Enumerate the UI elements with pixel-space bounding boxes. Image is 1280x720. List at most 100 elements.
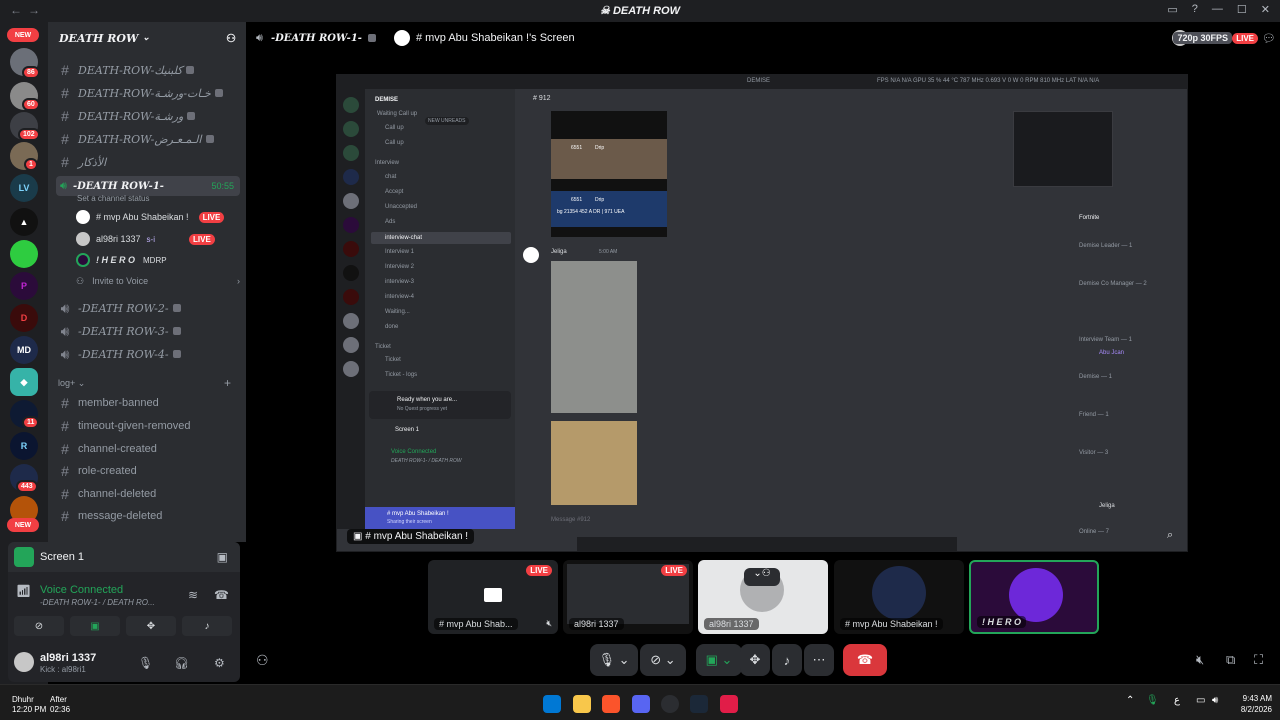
inbox-icon[interactable]: ▭ <box>1167 3 1177 16</box>
participant-tile[interactable]: LIVE al98ri 1337 <box>563 560 693 634</box>
brave-icon[interactable] <box>602 695 620 713</box>
activities-button[interactable]: ✥ <box>126 616 176 636</box>
screen-share-icon <box>484 588 502 602</box>
participant-tile[interactable]: ⌄⚇ al98ri 1337 <box>698 560 828 634</box>
channel-item[interactable]: # DEATH-ROW-خـات-ورشـة <box>56 83 240 103</box>
voice-channel-item[interactable]: 🔊︎ -DEATH ROW-4- <box>56 344 240 364</box>
avatar <box>1009 568 1063 622</box>
server-icon[interactable]: R <box>10 432 38 460</box>
discord-icon[interactable] <box>632 695 650 713</box>
invite-to-voice[interactable]: ⚇ Invite to Voice › <box>76 272 240 290</box>
stop-stream-icon[interactable]: ▣ <box>217 550 228 564</box>
inner-video-2 <box>551 421 637 505</box>
avatar[interactable] <box>14 652 34 672</box>
voice-channel-item[interactable]: 🔊︎ -DEATH ROW-3- <box>56 321 240 341</box>
hash-icon: # <box>61 486 69 502</box>
channel-item[interactable]: # role-created <box>56 461 240 481</box>
settings-icon[interactable]: ⚙ <box>214 656 225 670</box>
mention-badge: 102 <box>18 128 40 141</box>
mic-tray-icon[interactable]: 🎙︎ <box>1146 695 1159 706</box>
new-unread-pill[interactable]: NEW <box>7 28 39 42</box>
chat-icon[interactable]: 💬︎ <box>1262 32 1276 45</box>
mic-icon[interactable]: 🎙︎ <box>138 656 153 670</box>
server-header[interactable]: DEATH ROW ⌄ ⚇ <box>48 22 246 54</box>
camera-off-button[interactable]: ⊘ <box>14 616 64 636</box>
server-icon[interactable]: ◆ <box>10 368 38 396</box>
fullscreen-icon[interactable]: ⛶ <box>1254 652 1263 668</box>
inner-channel-head: # 912 <box>533 95 551 102</box>
mic-button[interactable]: 🎙︎ ⌄ <box>590 644 638 676</box>
clock[interactable]: 9:43 AM 8/2/2026 <box>1226 693 1272 715</box>
channel-item[interactable]: # DEATH-ROW-كلبنيك <box>56 60 240 80</box>
voice-member[interactable]: al98ri 1337 s-i LIVE <box>76 230 215 248</box>
voice-member[interactable]: ! H E R O MDRP <box>76 251 167 269</box>
steam-icon[interactable] <box>690 695 708 713</box>
soundboard-button[interactable]: ♪ <box>772 644 802 676</box>
server-icon[interactable]: MD <box>10 336 38 364</box>
voice-channel-item[interactable]: 🔊︎ -DEATH ROW-2- <box>56 298 240 318</box>
server-icon[interactable]: P <box>10 272 38 300</box>
participant-tile[interactable]: ! H E R O <box>969 560 1099 634</box>
channel-item[interactable]: # message-deleted <box>56 506 240 526</box>
server-icon[interactable]: LV <box>10 174 38 202</box>
noise-icon[interactable]: ≋ <box>188 588 198 602</box>
server-icon[interactable] <box>10 240 38 268</box>
close-button[interactable]: ✕ <box>1261 3 1270 16</box>
volume-muted-icon[interactable]: 🔇︎ <box>1196 652 1204 668</box>
shared-screen[interactable]: DEMISE FPS N/A N/A GPU 35 % 44 °C 787 MH… <box>336 74 1188 552</box>
channel-item[interactable]: # member-banned <box>56 393 240 413</box>
new-unread-pill[interactable]: NEW <box>7 518 39 532</box>
server-icon[interactable]: D <box>10 304 38 332</box>
share-screen-button[interactable]: ▣ <box>70 616 120 636</box>
network-icon[interactable]: ▭ <box>1196 695 1205 706</box>
share-screen-button[interactable]: ▣ ⌄ <box>696 644 742 676</box>
participant-tile[interactable]: LIVE # mvp Abu Shab... 🔇︎ <box>428 560 558 634</box>
popout-icon[interactable]: ⧉ <box>1226 652 1235 668</box>
add-channel-icon[interactable]: + <box>224 376 231 390</box>
language-indicator[interactable]: ع <box>1174 695 1180 706</box>
windows-start-icon[interactable] <box>543 695 561 713</box>
disconnect-button[interactable]: ☎ <box>843 644 887 676</box>
avatar <box>523 247 539 263</box>
channel-item[interactable]: # DEATH-ROW-ورشـة <box>56 106 240 126</box>
hash-icon: # <box>61 441 69 457</box>
category-log[interactable]: log+ ⌄ <box>58 378 85 389</box>
minimize-button[interactable]: — <box>1212 3 1223 16</box>
title-bar: ←→ ☠ DEATH ROW ▭ ? — ☐ ✕ <box>0 0 1280 22</box>
channel-item[interactable]: # channel-created <box>56 439 240 459</box>
help-icon[interactable]: ? <box>1192 3 1198 16</box>
file-explorer-icon[interactable] <box>573 695 591 713</box>
prayer-widget[interactable]: Dhuhr 12:20 PM <box>12 695 46 715</box>
mention-badge: 86 <box>22 66 40 79</box>
invite-icon[interactable]: ⚇ <box>256 652 269 669</box>
channel-item[interactable]: # timeout-given-removed <box>56 416 240 436</box>
maximize-button[interactable]: ☐ <box>1237 3 1247 16</box>
app-icon[interactable] <box>720 695 738 713</box>
signal-icon[interactable]: 📶︎ <box>16 584 31 598</box>
soundboard-button[interactable]: ♪ <box>182 616 232 636</box>
zoom-icon[interactable]: ⌕ <box>1167 529 1173 542</box>
headphones-icon[interactable]: 🎧︎ <box>174 656 189 670</box>
chevron-up-icon[interactable]: ⌃ <box>1126 695 1134 706</box>
active-voice-channel[interactable]: 🔊︎ -DEATH ROW-1- 50:55 <box>56 176 240 196</box>
channel-item[interactable]: # DEATH-ROW-الـمـعـرض <box>56 129 240 149</box>
camera-button[interactable]: ⊘ ⌄ <box>640 644 686 676</box>
mention-badge: 11 <box>22 416 40 429</box>
tile-menu-icon[interactable]: ⌄⚇ <box>744 568 780 586</box>
channel-item[interactable]: # channel-deleted <box>56 484 240 504</box>
participant-tile[interactable]: # mvp Abu Shabeikan ! <box>834 560 964 634</box>
disconnect-icon[interactable]: ☎ <box>214 588 229 602</box>
activities-button[interactable]: ✥ <box>740 644 770 676</box>
app-icon[interactable] <box>661 695 679 713</box>
voice-member[interactable]: # mvp Abu Shabeikan ! LIVE <box>76 208 225 226</box>
mention-badge: 443 <box>16 480 38 493</box>
avatar <box>76 253 90 267</box>
more-button[interactable]: ⋯ <box>804 644 834 676</box>
after-widget[interactable]: After 02:36 <box>50 695 70 715</box>
channel-status[interactable]: Set a channel status <box>77 194 150 203</box>
channel-item[interactable]: # الأذكار <box>56 152 240 172</box>
add-friend-icon[interactable]: ⚇ <box>226 32 236 45</box>
hash-icon: # <box>61 131 69 147</box>
server-icon[interactable]: ▲ <box>10 208 38 236</box>
volume-icon[interactable]: 🔊︎ <box>1212 695 1218 706</box>
